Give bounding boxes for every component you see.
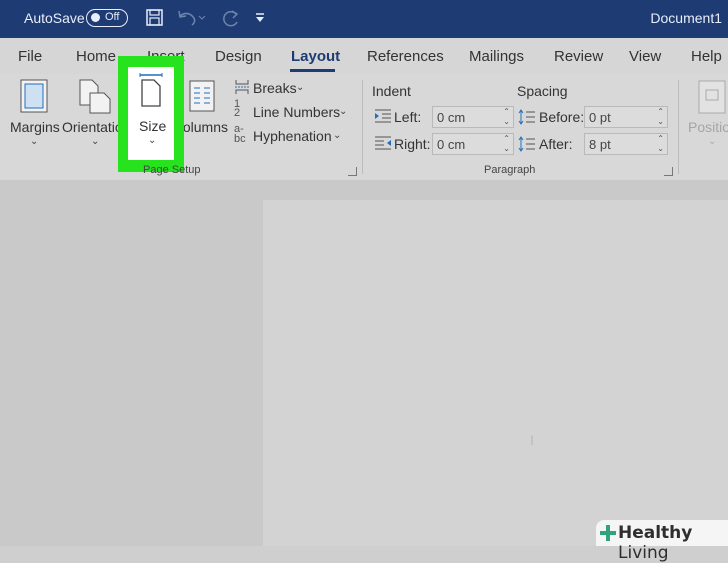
- line-numbers-icon: 12: [234, 98, 241, 119]
- margins-icon: [20, 79, 48, 113]
- spacing-before-icon: [518, 109, 535, 125]
- paragraph-launcher[interactable]: [664, 167, 673, 176]
- indent-left-label: Left:: [394, 109, 422, 125]
- columns-icon: [189, 80, 215, 112]
- spacing-before-spinner[interactable]: ⌃ ⌄: [657, 107, 664, 127]
- position-button[interactable]: Position: [688, 119, 728, 135]
- watermark-bold: Healthy: [618, 523, 693, 543]
- breaks-icon: [235, 80, 249, 94]
- text-cursor-icon: I: [530, 432, 534, 448]
- autosave-label: AutoSave: [24, 10, 85, 26]
- page-setup-group-label: Page Setup: [143, 164, 201, 176]
- tab-home[interactable]: Home: [76, 48, 116, 65]
- breaks-dropdown-icon: ⌄: [296, 82, 305, 93]
- spacing-before-value: 0 pt: [589, 110, 611, 125]
- indent-right-label: Right:: [394, 136, 431, 152]
- spacing-after-icon: [518, 136, 535, 152]
- plus-logo-icon: [600, 525, 616, 541]
- tab-review[interactable]: Review: [554, 48, 603, 65]
- watermark-text: Healthy Living: [618, 523, 728, 563]
- document-title: Document1: [650, 10, 722, 26]
- hyphenation-dropdown-icon: ⌄: [333, 130, 342, 141]
- indent-right-spinner[interactable]: ⌃ ⌄: [503, 134, 510, 154]
- size-icon: [139, 73, 163, 107]
- tab-references[interactable]: References: [367, 48, 444, 65]
- size-dropdown-icon: ⌄: [148, 135, 157, 146]
- healthy-living-watermark: Healthy Living: [596, 520, 728, 563]
- spacing-before-label: Before:: [539, 109, 585, 125]
- spacing-after-label: After:: [539, 136, 573, 152]
- spacing-after-input[interactable]: 8 pt ⌃ ⌄: [584, 133, 668, 155]
- orientation-icon: [79, 79, 111, 114]
- tab-design[interactable]: Design: [215, 48, 262, 65]
- tab-layout[interactable]: Layout: [291, 48, 340, 65]
- indent-left-spinner[interactable]: ⌃ ⌄: [503, 107, 510, 127]
- ribbon-tabs: File Home Insert Design Layout Reference…: [0, 38, 728, 74]
- line-numbers-dropdown-icon: ⌄: [339, 106, 348, 117]
- size-label: Size: [139, 118, 167, 134]
- indent-left-value: 0 cm: [437, 110, 466, 125]
- tab-file[interactable]: File: [18, 48, 42, 65]
- position-dropdown-icon: ⌄: [708, 136, 717, 147]
- paragraph-group-label: Paragraph: [484, 164, 536, 176]
- toggle-knob: [91, 13, 100, 22]
- line-numbers-button[interactable]: Line Numbers: [253, 104, 340, 120]
- title-bar: AutoSave Off Document1: [0, 0, 728, 38]
- hyphenation-button[interactable]: Hyphenation: [253, 128, 332, 144]
- group-separator: [362, 80, 363, 174]
- tab-view[interactable]: View: [629, 48, 661, 65]
- margins-button[interactable]: Margins: [10, 119, 60, 135]
- group-separator: [678, 80, 679, 174]
- size-button[interactable]: Size ⌄: [128, 67, 174, 160]
- breaks-button[interactable]: Breaks: [253, 80, 297, 96]
- spacing-before-input[interactable]: 0 pt ⌃ ⌄: [584, 106, 668, 128]
- document-page[interactable]: [263, 200, 728, 546]
- ribbon: Margins ⌄ Orientation ⌄ Size ⌄ Columns B…: [0, 56, 728, 181]
- position-icon: [698, 80, 726, 114]
- indent-left-input[interactable]: 0 cm ⌃ ⌄: [432, 106, 514, 128]
- indent-right-icon: [375, 136, 391, 150]
- indent-right-value: 0 cm: [437, 137, 466, 152]
- tab-help[interactable]: Help: [691, 48, 722, 65]
- hyphenation-icon: a-bc: [234, 123, 246, 145]
- indent-right-input[interactable]: 0 cm ⌃ ⌄: [432, 133, 514, 155]
- active-tab-indicator: [290, 69, 335, 72]
- tab-mailings[interactable]: Mailings: [469, 48, 524, 65]
- indent-heading: Indent: [372, 83, 411, 99]
- autosave-toggle[interactable]: Off: [86, 9, 128, 27]
- undo-icon[interactable]: [176, 8, 206, 28]
- indent-left-icon: [375, 109, 391, 123]
- toggle-state: Off: [105, 11, 120, 23]
- orientation-dropdown-icon: ⌄: [91, 136, 100, 147]
- customize-toolbar-icon[interactable]: [254, 12, 266, 24]
- margins-dropdown-icon: ⌄: [30, 136, 39, 147]
- spacing-heading: Spacing: [517, 83, 568, 99]
- page-setup-launcher[interactable]: [348, 167, 357, 176]
- watermark-light: Living: [618, 543, 669, 563]
- save-icon[interactable]: [146, 8, 164, 28]
- spacing-after-spinner[interactable]: ⌃ ⌄: [657, 134, 664, 154]
- columns-button[interactable]: Columns: [184, 119, 228, 135]
- redo-icon[interactable]: [219, 8, 241, 30]
- spacing-after-value: 8 pt: [589, 137, 611, 152]
